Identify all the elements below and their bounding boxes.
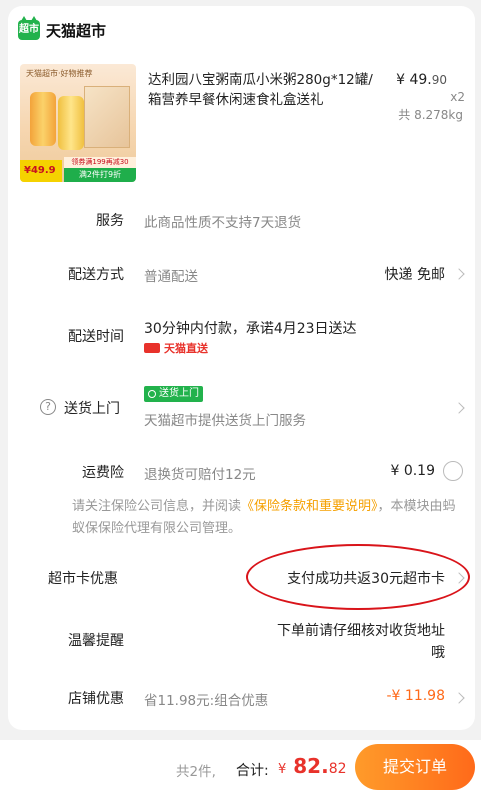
product-image-promo: 领券满199再减30 [64, 157, 136, 168]
tmall-direct-text: 天猫直送 [164, 342, 208, 355]
product-price: ¥ 49.90 [396, 72, 447, 88]
delivery-method-value: 普通配送 [144, 269, 198, 285]
tmall-supermarket-logo-icon: 超市 [18, 16, 40, 40]
freight-insurance-label: 运费险 [82, 465, 124, 481]
delivery-time-row: 配送时间 30分钟内付款，承诺4月23日送达 [8, 314, 475, 366]
service-value: 此商品性质不支持7天退货 [144, 215, 302, 231]
product-box-image [84, 86, 130, 148]
product-quantity: x2 [450, 90, 465, 104]
product-weight: 共 8.278kg [398, 108, 463, 122]
reminder-row: 温馨提醒 下单前请仔细核对收货地址 哦 [8, 618, 475, 664]
product-price-cents: 90 [431, 73, 447, 87]
freight-insurance-radio[interactable] [443, 461, 463, 481]
service-label: 服务 [96, 213, 124, 229]
product-image[interactable]: 天猫超市·好物推荐 ¥49.9 领券满199再减30 满2件打9折 [20, 64, 136, 182]
door-delivery-row[interactable]: 送货上门 天猫超市提供送货上门服务 [8, 384, 475, 429]
store-discount-amount: -¥ 11.98 [386, 688, 446, 704]
delivery-time-value: 30分钟内付款，承诺4月23日送达 [144, 321, 357, 337]
door-delivery-value: 天猫超市提供送货上门服务 [144, 413, 306, 429]
total-label: 合计: [236, 763, 269, 779]
product-price-main: ¥ 49. [396, 72, 432, 88]
delivery-method-row[interactable]: 配送方式 普通配送 快递 免邮 [8, 258, 475, 288]
total-cents: 82 [328, 761, 347, 777]
total-main: 82. [286, 754, 329, 778]
store-header[interactable]: 超市 天猫超市 [18, 16, 106, 42]
door-delivery-tag-text: 送货上门 [159, 388, 199, 399]
freight-insurance-price: ¥ 0.19 [390, 463, 435, 479]
product-image-price: ¥49.9 [20, 160, 62, 182]
product-image-promo: 满2件打9折 [64, 168, 136, 182]
product-can-image [58, 96, 84, 150]
person-icon [148, 390, 156, 398]
supermarket-card-label: 超市卡优惠 [48, 571, 118, 587]
total-amount: ¥ 82.82 [278, 754, 347, 778]
insurance-note: 请关注保险公司信息，并阅读《保险条款和重要说明》，本模块由蚂蚁保保险代理有限公司… [72, 496, 462, 540]
door-delivery-tag: 送货上门 [144, 386, 203, 402]
highlight-annotation [246, 544, 470, 610]
service-row: 服务 此商品性质不支持7天退货 [8, 204, 475, 234]
product-title[interactable]: 达利园八宝粥南瓜小米粥280g*12罐/箱营养早餐休闲速食礼盒送礼 [148, 70, 383, 110]
delivery-option: 快递 免邮 [384, 267, 445, 283]
store-discount-label: 店铺优惠 [68, 691, 124, 707]
tmall-direct-tag: 天猫直送 [144, 340, 208, 356]
order-card: 超市 天猫超市 天猫超市·好物推荐 ¥49.9 领券满199再减30 满2件打9… [8, 6, 475, 730]
chevron-right-icon [453, 402, 465, 414]
tmall-icon [144, 343, 160, 353]
store-discount-row[interactable]: 店铺优惠 省11.98元:组合优惠 -¥ 11.98 [8, 682, 475, 712]
freight-insurance-value: 退换货可赔付12元 [144, 467, 256, 483]
insurance-terms-link[interactable]: 《保险条款和重要说明》 [241, 499, 378, 514]
reminder-label: 温馨提醒 [68, 633, 124, 649]
reminder-value-cont: 哦 [431, 645, 445, 661]
store-name[interactable]: 天猫超市 [46, 20, 106, 41]
reminder-value: 下单前请仔细核对收货地址 [277, 623, 445, 639]
product-image-banner: 天猫超市·好物推荐 [26, 69, 93, 78]
checkout-bar: 共2件, 合计: ¥ 82.82 提交订单 [0, 740, 481, 800]
item-count: 共2件, [176, 764, 216, 780]
product-can-image [30, 92, 56, 146]
store-discount-value: 省11.98元:组合优惠 [144, 693, 269, 709]
delivery-method-label: 配送方式 [68, 267, 124, 283]
insurance-note-text: 请关注保险公司信息，并阅读 [72, 499, 242, 514]
chevron-right-icon [453, 692, 465, 704]
submit-order-button[interactable]: 提交订单 [355, 744, 475, 790]
freight-insurance-row[interactable]: 运费险 退换货可赔付12元 ¥ 0.19 [8, 454, 475, 484]
delivery-time-label: 配送时间 [68, 329, 124, 345]
door-delivery-label: 送货上门 [64, 401, 120, 417]
chevron-right-icon [453, 268, 465, 280]
